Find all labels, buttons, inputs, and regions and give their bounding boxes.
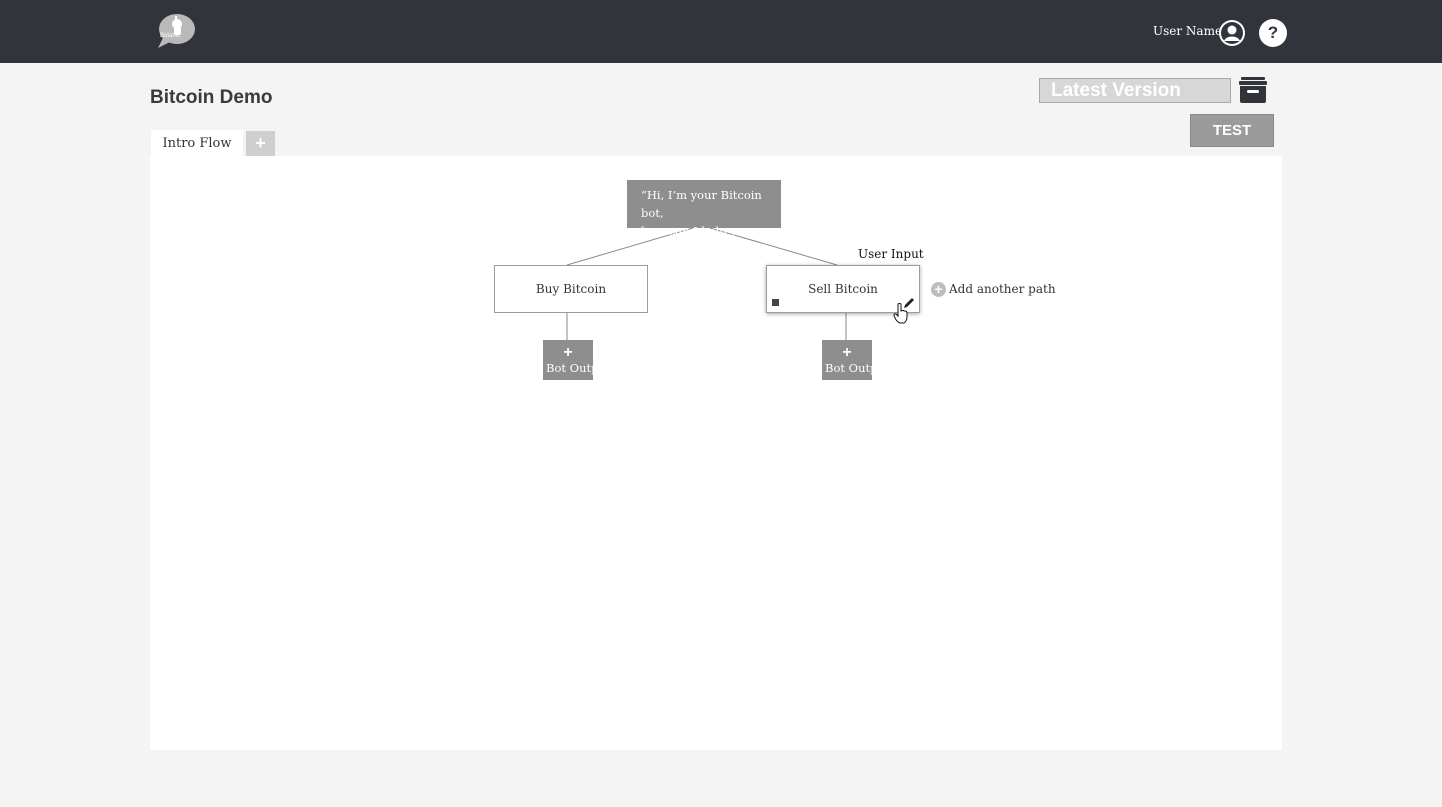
bot-output-label: Bot Output [546, 361, 593, 375]
plus-icon: + [842, 344, 852, 361]
drag-handle[interactable] [772, 299, 779, 306]
tab-intro-flow[interactable]: Intro Flow [151, 130, 243, 157]
bot-message-line-1: “Hi, I’m your Bitcoin bot, [641, 188, 762, 220]
bot-output-label: Bot Output [825, 361, 872, 375]
plus-icon: + [563, 344, 573, 361]
page-title: Bitcoin Demo [150, 87, 273, 108]
user-icon[interactable] [1218, 19, 1246, 47]
top-bar: Botanic User Name ? [0, 0, 1442, 63]
help-icon[interactable]: ? [1259, 19, 1287, 47]
path-buy-bitcoin[interactable]: Buy Bitcoin [494, 265, 648, 313]
archive-icon[interactable] [1237, 76, 1269, 104]
user-name[interactable]: User Name [1153, 24, 1222, 38]
bot-message-node[interactable]: “Hi, I’m your Bitcoin bot, how can I hel… [627, 180, 781, 256]
bot-output-node-buy[interactable]: + Bot Output [543, 340, 593, 380]
bot-output-node-sell[interactable]: + Bot Output [822, 340, 872, 380]
logo-text: Botanic [160, 33, 181, 39]
add-circle-icon[interactable]: + [931, 282, 946, 297]
cursor-icon [893, 303, 908, 324]
add-tab-button[interactable]: + [246, 131, 275, 156]
logo-icon[interactable] [155, 12, 197, 50]
version-select[interactable]: Latest Version [1039, 78, 1231, 103]
test-button[interactable]: TEST [1190, 114, 1274, 147]
add-path-label: Add another path [949, 282, 1056, 296]
user-input-label: User Input [858, 247, 924, 261]
flow-canvas[interactable] [150, 156, 1282, 750]
